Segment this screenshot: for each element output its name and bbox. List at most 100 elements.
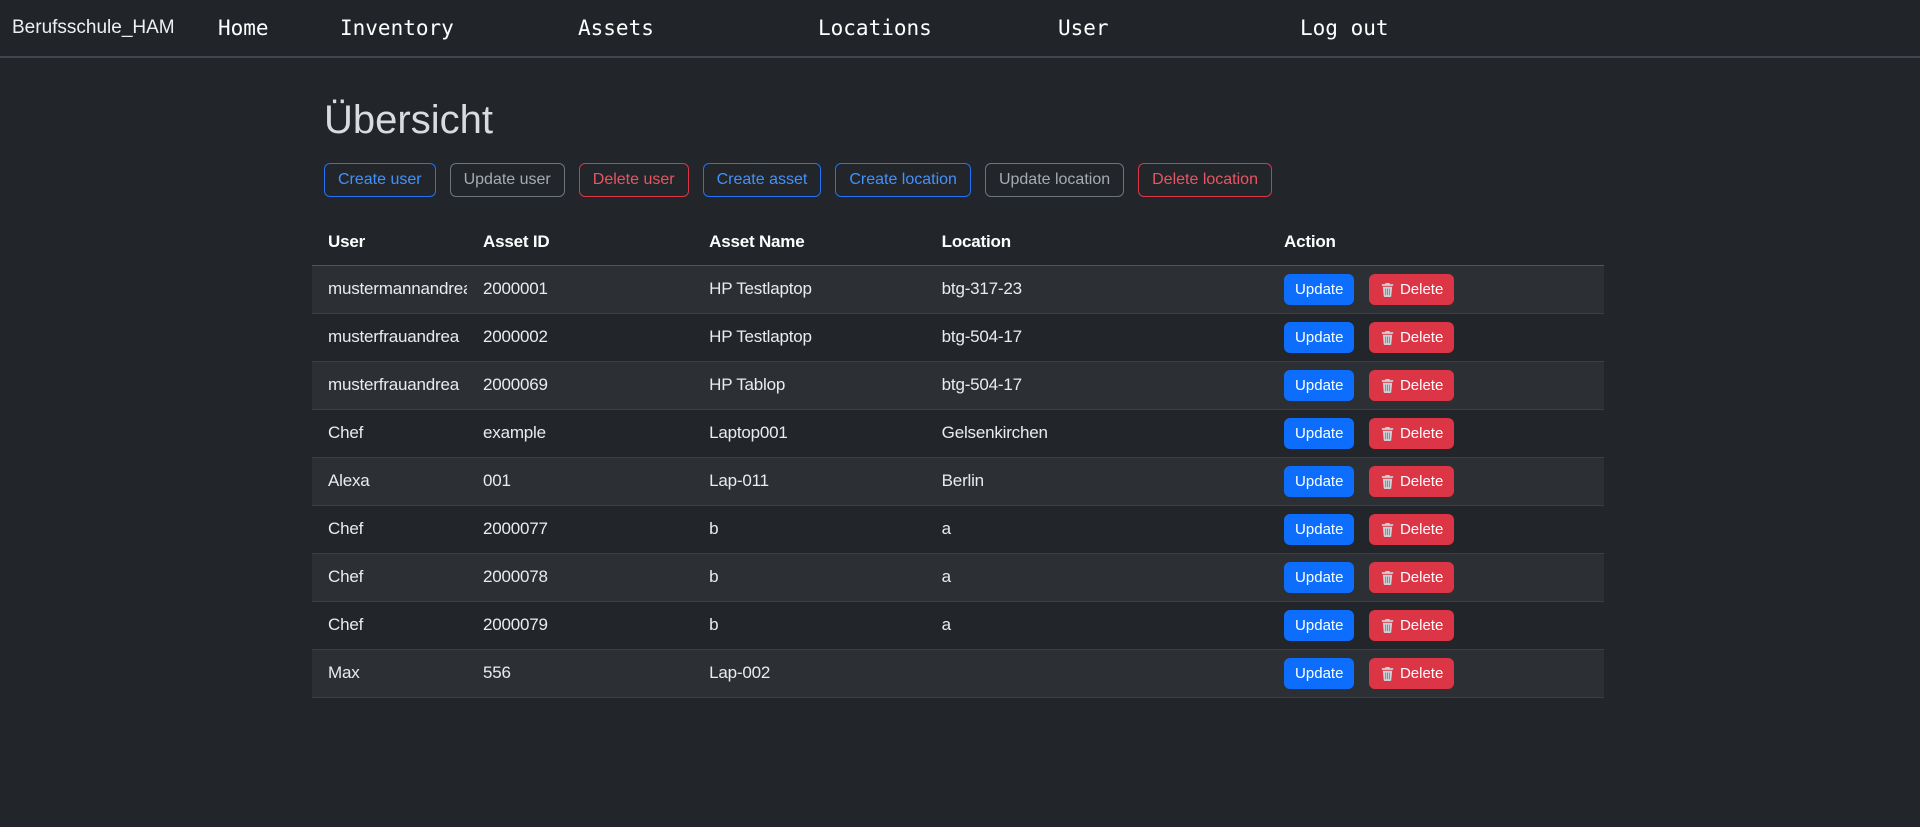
nav-link[interactable]: Inventory <box>340 16 454 40</box>
delete-button-label: Delete <box>1400 617 1443 634</box>
cell-asset-name: HP Tablop <box>693 361 926 409</box>
cell-user: Chef <box>312 409 467 457</box>
update-button[interactable]: Update <box>1284 562 1354 593</box>
cell-action: Update Delete <box>1268 601 1604 649</box>
update-button[interactable]: Update <box>1284 466 1354 497</box>
cell-asset-name: Lap-011 <box>693 457 926 505</box>
table-row: Chef 2000079 b a Update <box>312 601 1604 649</box>
delete-button[interactable]: Delete <box>1369 322 1454 353</box>
cell-user: Alexa <box>312 457 467 505</box>
trash-icon <box>1380 426 1395 441</box>
nav-link[interactable]: User <box>1058 16 1109 40</box>
cell-asset-name: HP Testlaptop <box>693 313 926 361</box>
cell-action: Update Delete <box>1268 505 1604 553</box>
delete-button[interactable]: Delete <box>1369 370 1454 401</box>
cell-user: Max <box>312 649 467 697</box>
toolbar-button[interactable]: Update location <box>985 163 1124 197</box>
delete-button[interactable]: Delete <box>1369 418 1454 449</box>
cell-asset-id: 001 <box>467 457 693 505</box>
delete-button[interactable]: Delete <box>1369 610 1454 641</box>
toolbar: Create user Update user Delete user Crea… <box>324 163 1632 197</box>
nav-item: Locations <box>818 16 1058 40</box>
cell-action: Update Delete <box>1268 409 1604 457</box>
toolbar-button[interactable]: Update user <box>450 163 565 197</box>
table-row: musterfrauandrea 2000002 HP Testlaptop b… <box>312 313 1604 361</box>
table-row: Chef example Laptop001 Gelsenkirchen Upd… <box>312 409 1604 457</box>
nav-item: Inventory <box>340 16 578 40</box>
update-button[interactable]: Update <box>1284 514 1354 545</box>
toolbar-button[interactable]: Create location <box>835 163 971 197</box>
cell-asset-name: b <box>693 505 926 553</box>
cell-location: btg-504-17 <box>926 313 1268 361</box>
delete-button-label: Delete <box>1400 281 1443 298</box>
cell-asset-id: example <box>467 409 693 457</box>
cell-location: Berlin <box>926 457 1268 505</box>
cell-user: Chef <box>312 553 467 601</box>
assets-table: User Asset ID Asset Name Location Action… <box>312 219 1604 698</box>
trash-icon <box>1380 666 1395 681</box>
nav-link[interactable]: Assets <box>578 16 654 40</box>
table-header-row: User Asset ID Asset Name Location Action <box>312 219 1604 265</box>
cell-location: Gelsenkirchen <box>926 409 1268 457</box>
cell-location: a <box>926 601 1268 649</box>
table-header: User Asset ID Asset Name Location Action <box>312 219 1604 265</box>
delete-button-label: Delete <box>1400 329 1443 346</box>
toolbar-button[interactable]: Create user <box>324 163 436 197</box>
cell-user: musterfrauandrea <box>312 361 467 409</box>
cell-action: Update Delete <box>1268 361 1604 409</box>
delete-button[interactable]: Delete <box>1369 514 1454 545</box>
nav-item: Log out <box>1300 16 1389 40</box>
cell-asset-id: 556 <box>467 649 693 697</box>
cell-asset-id: 2000078 <box>467 553 693 601</box>
delete-button[interactable]: Delete <box>1369 562 1454 593</box>
cell-asset-id: 2000069 <box>467 361 693 409</box>
cell-action: Update Delete <box>1268 649 1604 697</box>
nav-link[interactable]: Home <box>218 16 269 40</box>
delete-button[interactable]: Delete <box>1369 466 1454 497</box>
column-header: User <box>312 219 467 265</box>
nav-link[interactable]: Log out <box>1300 16 1389 40</box>
trash-icon <box>1380 282 1395 297</box>
delete-button[interactable]: Delete <box>1369 274 1454 305</box>
cell-action: Update Delete <box>1268 457 1604 505</box>
column-header: Asset ID <box>467 219 693 265</box>
cell-asset-id: 2000002 <box>467 313 693 361</box>
navbar-brand[interactable]: Berufsschule_HAM <box>12 17 175 39</box>
update-button[interactable]: Update <box>1284 322 1354 353</box>
delete-button-label: Delete <box>1400 569 1443 586</box>
trash-icon <box>1380 618 1395 633</box>
cell-asset-name: b <box>693 553 926 601</box>
update-button[interactable]: Update <box>1284 418 1354 449</box>
cell-location: btg-504-17 <box>926 361 1268 409</box>
trash-icon <box>1380 378 1395 393</box>
cell-action: Update Delete <box>1268 313 1604 361</box>
column-header: Location <box>926 219 1268 265</box>
cell-location: a <box>926 553 1268 601</box>
delete-button-label: Delete <box>1400 377 1443 394</box>
update-button[interactable]: Update <box>1284 370 1354 401</box>
cell-user: musterfrauandrea <box>312 313 467 361</box>
table-row: mustermannandreas 2000001 HP Testlaptop … <box>312 265 1604 313</box>
cell-asset-name: HP Testlaptop <box>693 265 926 313</box>
table-row: Max 556 Lap-002 Update <box>312 649 1604 697</box>
nav-item: User <box>1058 16 1300 40</box>
trash-icon <box>1380 570 1395 585</box>
table-row: Chef 2000077 b a Update <box>312 505 1604 553</box>
trash-icon <box>1380 474 1395 489</box>
update-button[interactable]: Update <box>1284 610 1354 641</box>
nav-link[interactable]: Locations <box>818 16 932 40</box>
cell-asset-name: Lap-002 <box>693 649 926 697</box>
table-row: Alexa 001 Lap-011 Berlin Update <box>312 457 1604 505</box>
update-button[interactable]: Update <box>1284 658 1354 689</box>
toolbar-button[interactable]: Delete user <box>579 163 689 197</box>
update-button[interactable]: Update <box>1284 274 1354 305</box>
delete-button-label: Delete <box>1400 473 1443 490</box>
delete-button[interactable]: Delete <box>1369 658 1454 689</box>
page-title: Übersicht <box>324 98 1632 143</box>
toolbar-button[interactable]: Create asset <box>703 163 822 197</box>
trash-icon <box>1380 330 1395 345</box>
main-content: Übersicht Create user Update user Delete… <box>312 98 1632 698</box>
toolbar-button[interactable]: Delete location <box>1138 163 1272 197</box>
delete-button-label: Delete <box>1400 521 1443 538</box>
nav-item: Assets <box>578 16 818 40</box>
